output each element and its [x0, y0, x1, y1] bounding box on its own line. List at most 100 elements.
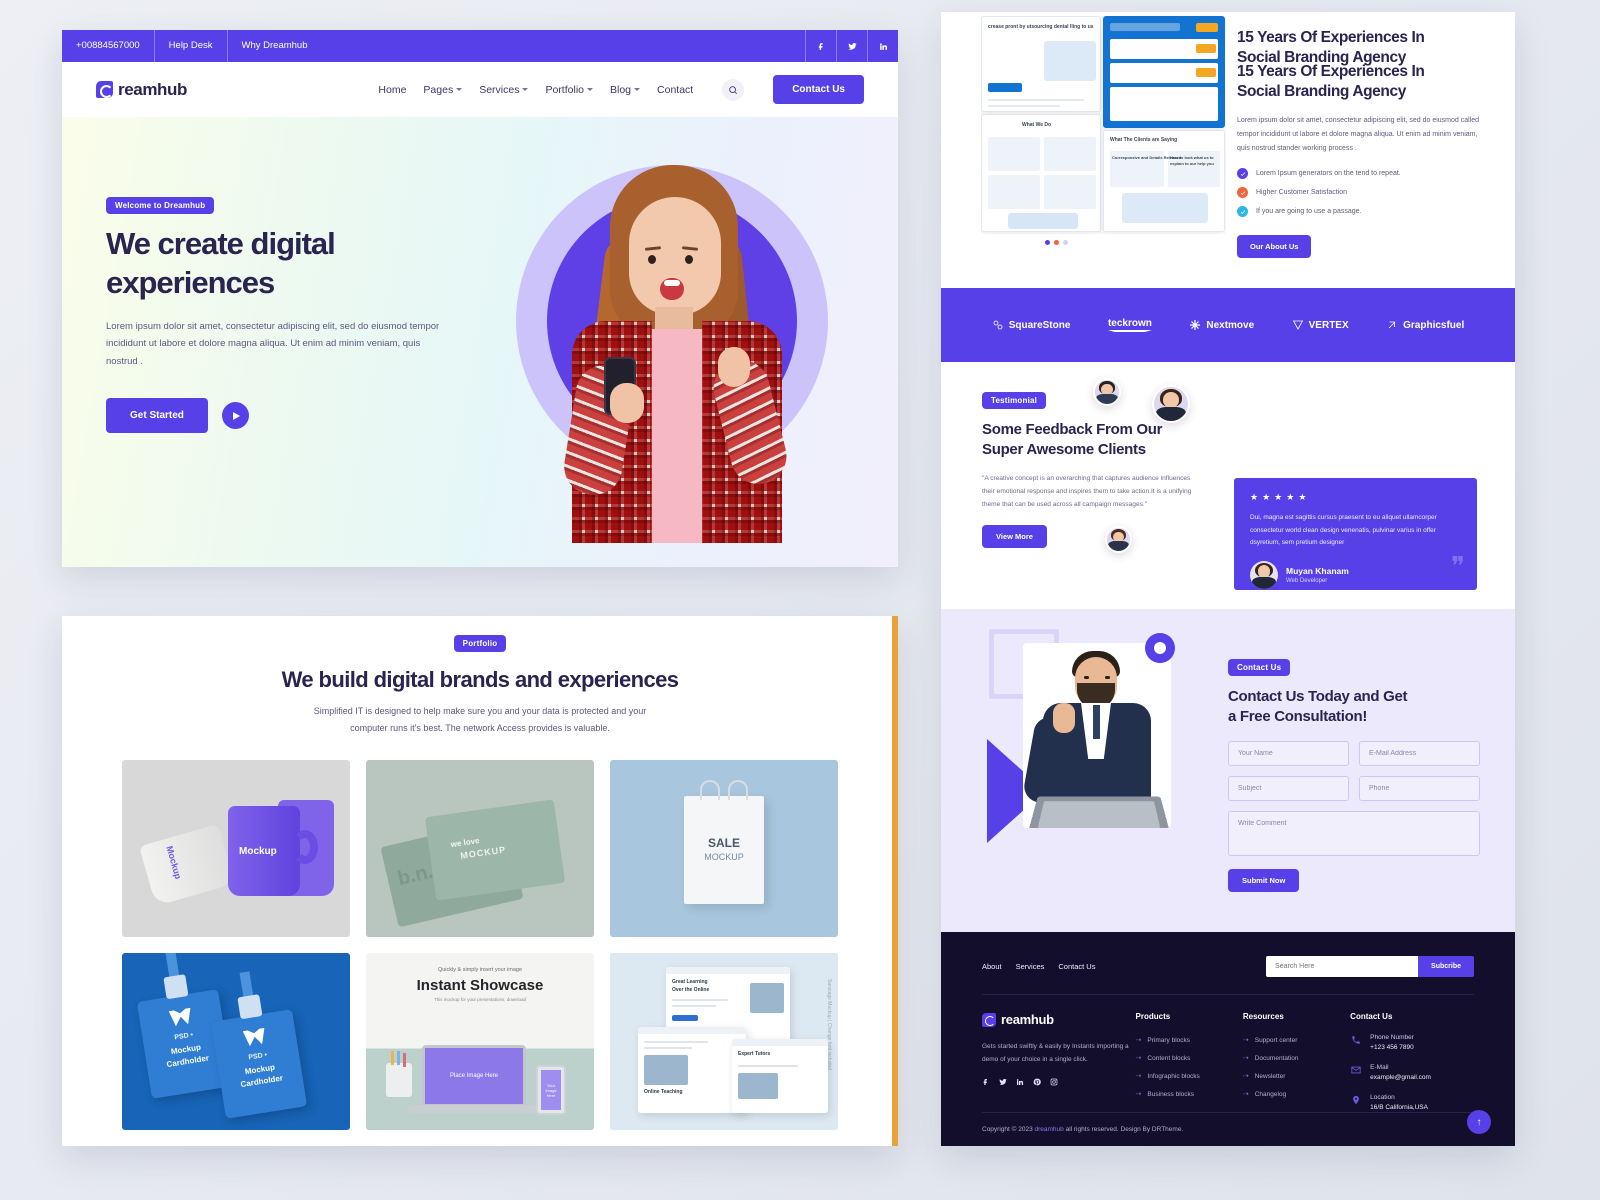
carousel-dot-2[interactable]: [1054, 240, 1059, 245]
footer-contact-location[interactable]: Location 16/B California,USA: [1350, 1094, 1474, 1111]
site-footer: About Services Contact Us Subcribe reamh…: [941, 932, 1515, 1146]
phone-icon: [1350, 1034, 1362, 1046]
footer-resources-item[interactable]: ⇢ Support center: [1243, 1036, 1350, 1045]
about-carousel-dots[interactable]: [1045, 240, 1068, 245]
arrow-right-icon: ⇢: [1135, 1091, 1142, 1098]
portfolio-title: We build digital brands and experiences: [281, 667, 679, 692]
subject-field[interactable]: [1228, 775, 1349, 801]
arrow-up-icon[interactable]: ↑: [1467, 1110, 1491, 1134]
brand-nextmove[interactable]: Nextmove: [1189, 319, 1254, 331]
hero-title-line1: We create digital: [106, 226, 336, 261]
footer-products-item[interactable]: ⇢ Infographic blocks: [1136, 1072, 1243, 1081]
contact-section: Contact Us Contact Us Today and Get a Fr…: [941, 609, 1515, 932]
avatar-secondary: [1093, 378, 1121, 406]
brand-teckrown[interactable]: teckrown: [1107, 318, 1152, 332]
footer-contact-phone[interactable]: Phone Number +123 456 7890: [1350, 1034, 1474, 1051]
check-circle-icon: [1237, 187, 1248, 199]
footer-logo[interactable]: reamhub: [982, 1012, 1136, 1027]
copyright-pre: Copyright © 2023: [982, 1126, 1035, 1133]
subscribe-button[interactable]: Subcribe: [1418, 956, 1474, 977]
about-copy: 15 Years Of Experiences In Social Brandi…: [1237, 28, 1489, 259]
linkedin-icon[interactable]: [867, 30, 898, 62]
about-chip-orange: [1196, 68, 1216, 77]
about-line: [988, 105, 1060, 107]
topbar-help-desk[interactable]: Help Desk: [153, 30, 227, 62]
carousel-dot-1[interactable]: [1045, 240, 1050, 245]
about-bullet-1-text: Lorem Ipsum generators on the tend to re…: [1256, 170, 1401, 178]
email-field[interactable]: [1359, 740, 1480, 766]
nav-label: Contact: [657, 83, 694, 96]
comment-field[interactable]: [1228, 810, 1480, 856]
footer-products-title: Products: [1135, 1012, 1171, 1021]
web-cta: [672, 1015, 698, 1022]
twitter-icon[interactable]: [836, 30, 867, 62]
portfolio-header: Portfolio We build digital brands and ex…: [62, 616, 898, 736]
nav-item-contact[interactable]: Contact: [657, 84, 693, 96]
chevron-down-icon: [456, 88, 463, 91]
portfolio-item-desk-showcase[interactable]: Quickly & simply insert your image Insta…: [366, 953, 594, 1131]
facebook-icon[interactable]: [982, 1078, 990, 1086]
about-line: [988, 99, 1084, 101]
arrow-right-icon: ⇢: [1242, 1091, 1249, 1098]
footer-link-services[interactable]: Services: [1016, 962, 1045, 971]
footer-products-item[interactable]: ⇢ Content blocks: [1135, 1054, 1243, 1063]
footer-resources-item[interactable]: ⇢ Changelog: [1242, 1090, 1350, 1099]
footer-link-about[interactable]: About: [982, 962, 1002, 971]
web-caption: Expert Tutors: [738, 1051, 771, 1058]
linkedin-icon[interactable]: [1016, 1078, 1024, 1086]
facebook-icon[interactable]: [805, 30, 836, 62]
phone-field[interactable]: [1359, 775, 1480, 801]
brand-graphicsfuel[interactable]: Graphicsfuel: [1386, 319, 1464, 331]
carousel-dot-3[interactable]: [1063, 240, 1068, 245]
footer-contact-email[interactable]: E-Mail example@gmail.com: [1350, 1064, 1474, 1081]
view-more-button[interactable]: View More: [982, 525, 1047, 549]
footer-resources-item[interactable]: ⇢ Newsletter: [1243, 1072, 1350, 1081]
nav-item-blog[interactable]: Blog: [610, 84, 641, 96]
footer-products-item[interactable]: ⇢ Business blocks: [1135, 1090, 1243, 1099]
portfolio-item-business-cards[interactable]: b.n. we love MOCKUP: [366, 760, 594, 938]
portfolio-item-website-mockup[interactable]: Great Learning Over the Online Online Te…: [610, 953, 838, 1131]
testimonial-title-line1: Some Feedback From Our: [982, 421, 1163, 438]
portfolio-item-shopping-bag[interactable]: SALE MOCKUP: [610, 760, 838, 938]
nav-item-home[interactable]: Home: [378, 84, 406, 96]
contact-us-button[interactable]: Contact Us: [773, 75, 864, 104]
portfolio-item-cardholder[interactable]: PSD • Mockup Cardholder PSD • Mockup Car…: [122, 953, 350, 1131]
get-started-button[interactable]: Get Started: [106, 398, 208, 434]
portfolio-badge: Portfolio: [453, 635, 507, 652]
nav-item-services[interactable]: Services: [479, 84, 529, 96]
newsletter-form: Subcribe: [1266, 956, 1474, 977]
newsletter-search-input[interactable]: [1266, 956, 1419, 977]
testimonial-author-meta: Muyan Khanam Web Developer: [1286, 566, 1349, 584]
search-icon[interactable]: [722, 78, 745, 101]
brand-vertex[interactable]: VERTEX: [1292, 319, 1349, 331]
play-icon[interactable]: [221, 402, 249, 430]
nav-label: Home: [378, 83, 407, 96]
topbar-why-dreamhub[interactable]: Why Dreamhub: [226, 30, 322, 62]
web-caption: Online Teaching: [644, 1089, 683, 1096]
footer-products-item[interactable]: ⇢ Primary blocks: [1136, 1036, 1243, 1045]
our-about-us-button[interactable]: Our About Us: [1237, 235, 1312, 259]
item-label: Documentation: [1254, 1054, 1299, 1062]
site-logo[interactable]: reamhub: [96, 80, 187, 100]
logo-mark-icon: [982, 1012, 996, 1027]
paper-bag: SALE MOCKUP: [684, 780, 764, 905]
topbar-phone[interactable]: +00884567000: [62, 30, 154, 62]
logo-text: reamhub: [118, 79, 187, 99]
name-field[interactable]: [1228, 740, 1349, 766]
footer-resources-item[interactable]: ⇢ Documentation: [1243, 1054, 1350, 1063]
brand-squarestone[interactable]: SquareStone: [992, 319, 1070, 331]
copyright-text: Copyright © 2023 dreamhub all rights res…: [982, 1126, 1183, 1133]
pinterest-icon[interactable]: [1033, 1078, 1041, 1086]
copyright-brand[interactable]: dreamhub: [1035, 1126, 1064, 1133]
hero-badge: Welcome to Dreamhub: [106, 197, 215, 214]
submit-now-button[interactable]: Submit Now: [1228, 868, 1300, 892]
portfolio-item-mug-mockup[interactable]: Mockup: [122, 760, 350, 938]
footer-link-contact-us[interactable]: Contact Us: [1058, 962, 1095, 971]
nav-item-pages[interactable]: Pages: [423, 84, 463, 96]
nav-item-portfolio[interactable]: Portfolio: [545, 84, 593, 96]
footer-resources-title: Resources: [1242, 1012, 1284, 1021]
arrow-right-icon: ⇢: [1135, 1055, 1142, 1062]
twitter-icon[interactable]: [999, 1078, 1007, 1086]
instagram-icon[interactable]: [1050, 1078, 1058, 1086]
web-headline: Great Learning Over the Online: [672, 979, 709, 994]
